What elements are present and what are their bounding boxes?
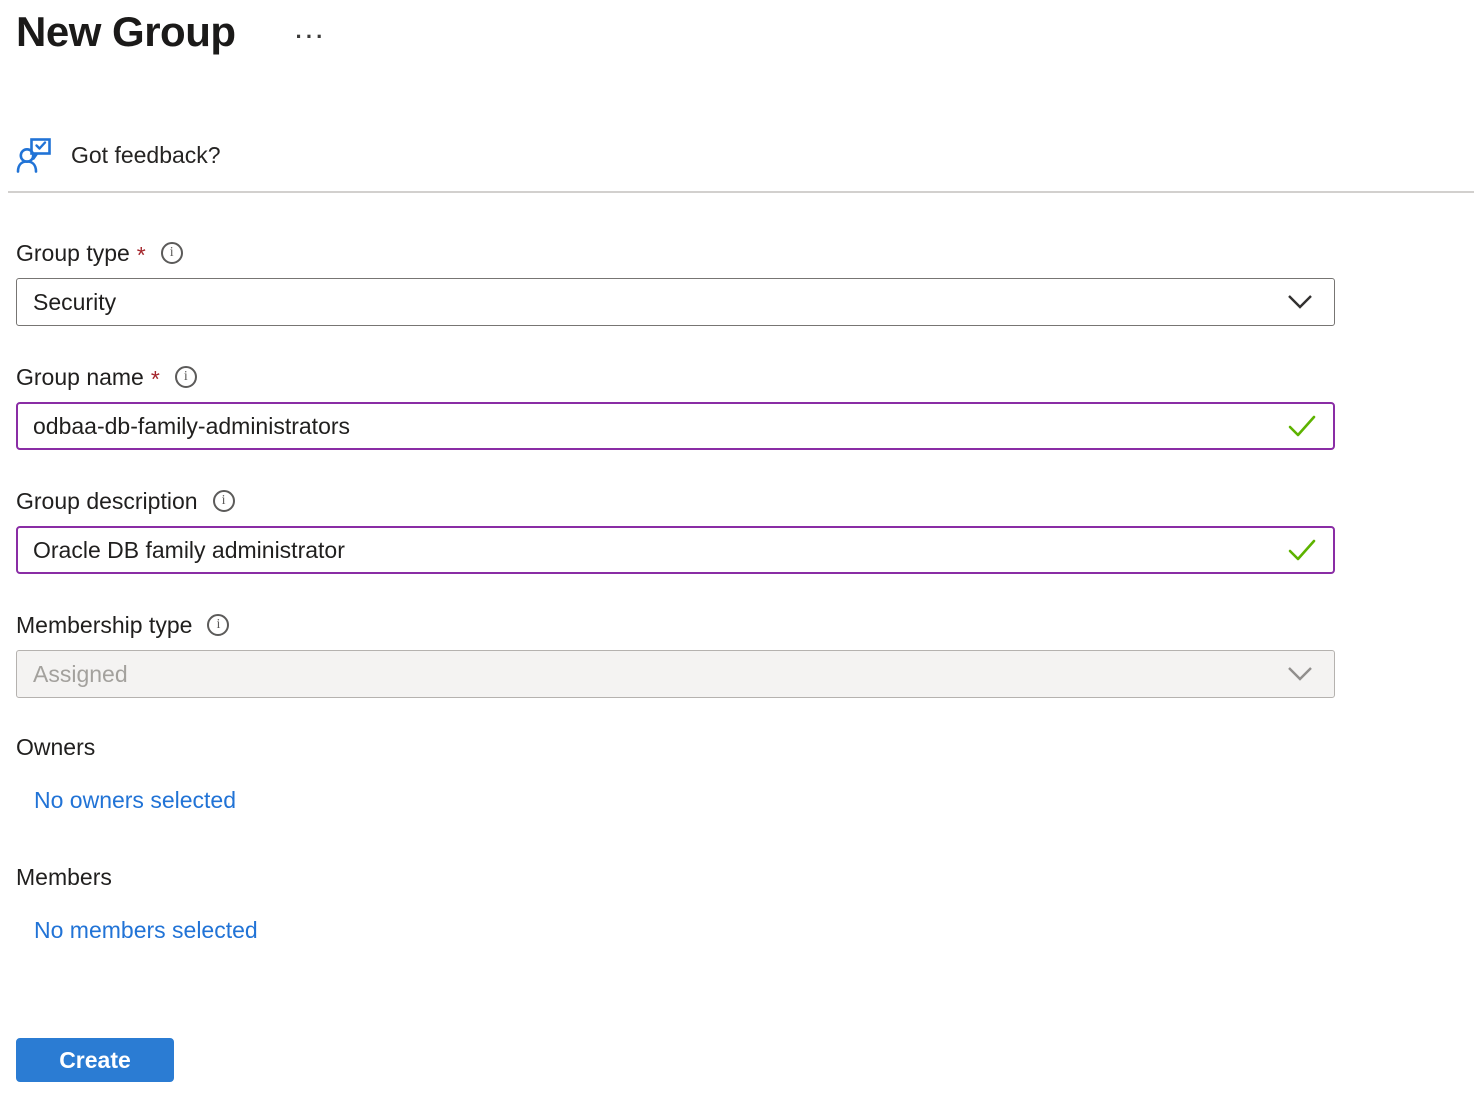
more-menu-button[interactable]: ··· — [292, 24, 331, 50]
section-divider — [8, 191, 1474, 193]
required-asterisk: * — [137, 242, 146, 269]
membership-type-label-row: Membership type i — [16, 610, 1474, 640]
membership-type-value: Assigned — [17, 661, 128, 688]
no-owners-selected-link[interactable]: No owners selected — [34, 787, 236, 814]
new-group-page: New Group ··· Got feedback? Group type *… — [0, 0, 1474, 1082]
members-label: Members — [16, 864, 1474, 891]
info-icon[interactable]: i — [175, 366, 197, 388]
info-icon[interactable]: i — [207, 614, 229, 636]
group-name-field-group: Group name * i — [16, 362, 1474, 450]
no-members-selected-link[interactable]: No members selected — [34, 917, 258, 944]
group-description-field-group: Group description i — [16, 486, 1474, 574]
owners-section: Owners No owners selected — [16, 734, 1474, 814]
create-button[interactable]: Create — [16, 1038, 174, 1082]
valid-check-icon — [1287, 537, 1317, 568]
chevron-down-icon — [1286, 664, 1314, 689]
group-description-label: Group description — [16, 488, 198, 515]
feedback-person-icon — [16, 136, 54, 174]
footer-actions: Create — [16, 944, 1474, 1082]
members-section: Members No members selected — [16, 864, 1474, 944]
membership-type-label: Membership type — [16, 612, 192, 639]
group-type-label: Group type — [16, 240, 130, 267]
info-icon[interactable]: i — [161, 242, 183, 264]
owners-label: Owners — [16, 734, 1474, 761]
group-description-label-row: Group description i — [16, 486, 1474, 516]
group-description-input[interactable] — [16, 526, 1335, 574]
chevron-down-icon — [1286, 292, 1314, 317]
membership-type-field-group: Membership type i Assigned — [16, 610, 1474, 698]
got-feedback-button[interactable]: Got feedback? — [16, 136, 221, 174]
page-title: New Group — [16, 6, 236, 58]
required-asterisk: * — [151, 366, 160, 393]
membership-type-select: Assigned — [16, 650, 1335, 698]
got-feedback-label: Got feedback? — [71, 142, 221, 169]
group-name-label-row: Group name * i — [16, 362, 1474, 392]
group-type-label-row: Group type * i — [16, 238, 1474, 268]
group-type-value: Security — [17, 289, 116, 316]
info-icon[interactable]: i — [213, 490, 235, 512]
group-name-label: Group name — [16, 364, 144, 391]
valid-check-icon — [1287, 413, 1317, 444]
group-name-input[interactable] — [16, 402, 1335, 450]
new-group-form: Group type * i Security Group name * i — [16, 238, 1474, 1082]
group-type-select[interactable]: Security — [16, 278, 1335, 326]
group-name-field — [16, 402, 1335, 450]
title-row: New Group ··· — [16, 6, 1474, 58]
group-type-field-group: Group type * i Security — [16, 238, 1474, 326]
group-description-field — [16, 526, 1335, 574]
